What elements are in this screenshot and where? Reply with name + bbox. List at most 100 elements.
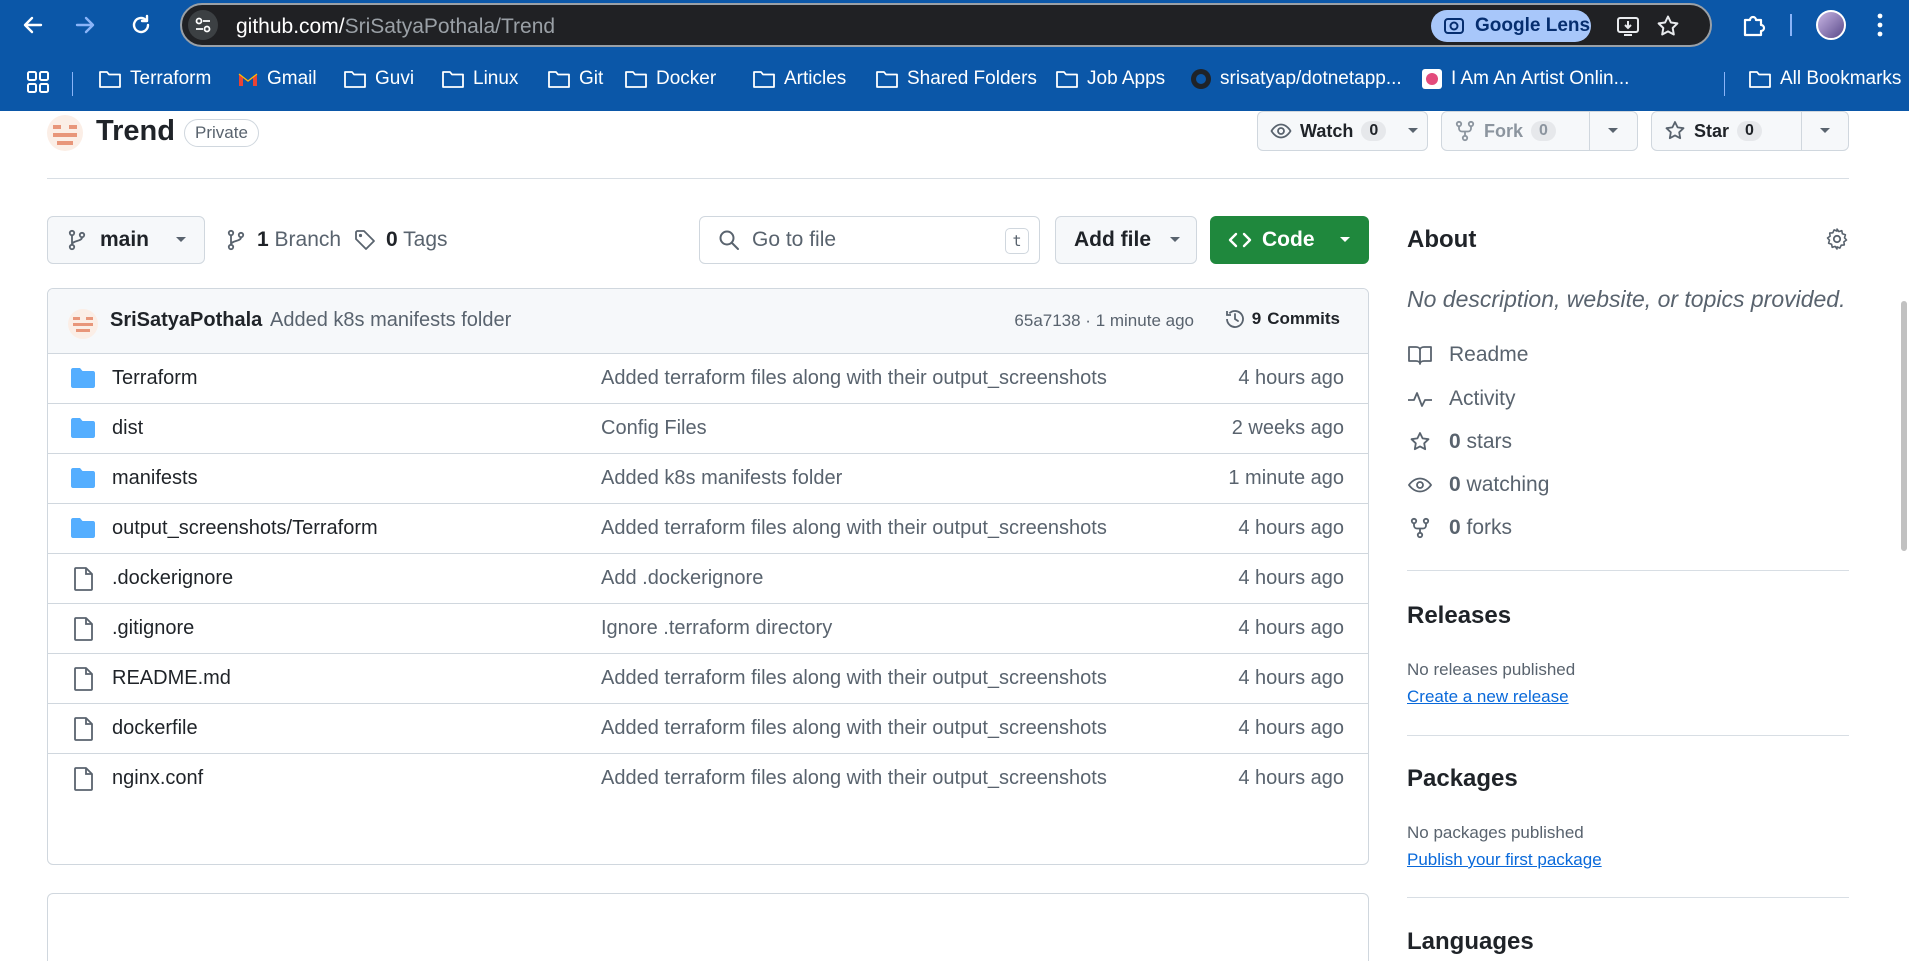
commit-meta[interactable]: 65a7138 · 1 minute ago bbox=[1014, 311, 1194, 331]
file-name[interactable]: dockerfile bbox=[112, 717, 198, 740]
bookmark-item[interactable]: Docker bbox=[624, 68, 716, 90]
code-button[interactable]: Code bbox=[1210, 216, 1369, 264]
watch-label: Watch bbox=[1300, 120, 1354, 141]
bookmark-item[interactable]: Gmail bbox=[237, 68, 317, 90]
pulse-icon bbox=[1408, 392, 1432, 407]
file-name[interactable]: manifests bbox=[112, 467, 198, 490]
file-commit-message[interactable]: Added terraform files along with their o… bbox=[601, 367, 1107, 390]
file-commit-message[interactable]: Added terraform files along with their o… bbox=[601, 667, 1107, 690]
bookmark-item[interactable]: Shared Folders bbox=[875, 68, 1037, 90]
puzzle-icon bbox=[1743, 15, 1766, 37]
watching-link[interactable]: 0 watching bbox=[1407, 473, 1549, 497]
file-row[interactable]: dockerfile Added terraform files along wi… bbox=[48, 704, 1368, 754]
file-commit-date: 4 hours ago bbox=[1238, 567, 1344, 589]
file-commit-message[interactable]: Added k8s manifests folder bbox=[601, 467, 842, 490]
file-name[interactable]: README.md bbox=[112, 667, 231, 690]
file-row[interactable]: README.md Added terraform files along wit… bbox=[48, 654, 1368, 704]
reload-button[interactable] bbox=[128, 12, 154, 38]
watch-dropdown[interactable] bbox=[1398, 112, 1427, 150]
activity-link[interactable]: Activity bbox=[1407, 387, 1516, 411]
forward-button[interactable] bbox=[72, 12, 98, 38]
tags-link[interactable]: 0 Tags bbox=[354, 228, 448, 252]
profile-avatar[interactable] bbox=[1816, 10, 1846, 40]
extensions-button[interactable] bbox=[1741, 12, 1767, 38]
folder-icon bbox=[71, 368, 95, 388]
commit-message[interactable]: Added k8s manifests folder bbox=[270, 309, 511, 332]
folder-icon bbox=[71, 468, 95, 488]
forks-link[interactable]: 0 forks bbox=[1407, 516, 1512, 540]
folder-icon bbox=[71, 418, 95, 438]
address-bar[interactable]: github.com/SriSatyaPothala/Trend Google … bbox=[180, 3, 1712, 47]
apps-button[interactable] bbox=[26, 70, 50, 94]
branch-selector[interactable]: main bbox=[47, 216, 205, 264]
commit-author[interactable]: SriSatyaPothala bbox=[110, 309, 262, 332]
bookmark-item[interactable]: I Am An Artist Onlin... bbox=[1421, 68, 1629, 90]
stars-link[interactable]: 0 stars bbox=[1407, 430, 1512, 454]
google-lens-button[interactable]: Google Lens bbox=[1431, 10, 1591, 42]
add-file-button[interactable]: Add file bbox=[1055, 216, 1197, 264]
reload-icon bbox=[132, 14, 150, 34]
file-commit-message[interactable]: Added terraform files along with their o… bbox=[601, 517, 1107, 540]
file-name[interactable]: .dockerignore bbox=[112, 567, 233, 590]
fork-button[interactable]: Fork 0 bbox=[1441, 111, 1638, 151]
commit-author-avatar[interactable] bbox=[68, 309, 98, 339]
all-bookmarks-button[interactable]: All Bookmarks bbox=[1748, 68, 1901, 90]
bookmark-item[interactable]: Git bbox=[547, 68, 603, 90]
file-commit-message[interactable]: Added terraform files along with their o… bbox=[601, 717, 1107, 740]
file-row[interactable]: output_screenshots/Terraform Added terraf… bbox=[48, 504, 1368, 554]
file-commit-message[interactable]: Added terraform files along with their o… bbox=[601, 767, 1107, 790]
menu-button[interactable] bbox=[1876, 12, 1884, 38]
commits-history-link[interactable]: 9 Commits bbox=[1224, 308, 1340, 330]
bookmark-label: I Am An Artist Onlin... bbox=[1451, 68, 1630, 89]
about-description: No description, website, or topics provi… bbox=[1407, 286, 1846, 312]
fork-dropdown[interactable] bbox=[1590, 112, 1636, 150]
packages-title[interactable]: Packages bbox=[1407, 765, 1518, 793]
file-row[interactable]: .gitignore Ignore .terraform directory 4 h… bbox=[48, 604, 1368, 654]
watch-button[interactable]: Watch 0 bbox=[1257, 111, 1428, 151]
bookmark-item[interactable]: srisatyap/dotnetapp... bbox=[1190, 68, 1402, 90]
star-icon bbox=[1665, 121, 1685, 140]
file-name[interactable]: dist bbox=[112, 417, 143, 440]
file-row[interactable]: Terraform Added terraform files along wit… bbox=[48, 354, 1368, 404]
star-button[interactable]: Star 0 bbox=[1651, 111, 1849, 151]
repo-owner-avatar[interactable] bbox=[47, 115, 83, 151]
code-icon bbox=[1228, 232, 1252, 248]
releases-title[interactable]: Releases bbox=[1407, 602, 1511, 630]
branches-link[interactable]: 1 Branch bbox=[225, 228, 341, 252]
file-name[interactable]: .gitignore bbox=[112, 617, 194, 640]
back-button[interactable] bbox=[20, 12, 46, 38]
bookmark-item[interactable]: Guvi bbox=[343, 68, 414, 90]
file-icon-wrap bbox=[70, 767, 96, 791]
bookmark-item[interactable]: Job Apps bbox=[1055, 68, 1165, 90]
bookmark-item[interactable]: Articles bbox=[752, 68, 846, 90]
file-commit-message[interactable]: Ignore .terraform directory bbox=[601, 617, 832, 640]
file-name[interactable]: Terraform bbox=[112, 367, 198, 390]
file-row[interactable]: dist Config Files 2 weeks ago bbox=[48, 404, 1368, 454]
file-row[interactable]: nginx.conf Added terraform files along wi… bbox=[48, 754, 1368, 804]
go-to-file-input[interactable]: Go to file t bbox=[699, 216, 1040, 264]
install-app-button[interactable] bbox=[1616, 14, 1640, 38]
file-name[interactable]: output_screenshots/Terraform bbox=[112, 517, 378, 540]
folder-icon-wrap bbox=[70, 367, 96, 391]
settings-button[interactable] bbox=[1825, 227, 1849, 251]
file-commit-message[interactable]: Config Files bbox=[601, 417, 707, 440]
publish-package-link[interactable]: Publish your first package bbox=[1407, 850, 1602, 870]
readme-link[interactable]: Readme bbox=[1407, 343, 1528, 367]
file-row[interactable]: manifests Added k8s manifests folder 1 min… bbox=[48, 454, 1368, 504]
create-release-link[interactable]: Create a new release bbox=[1407, 687, 1569, 707]
file-commit-date: 4 hours ago bbox=[1238, 767, 1344, 789]
star-dropdown[interactable] bbox=[1802, 112, 1848, 150]
url-text[interactable]: github.com/SriSatyaPothala/Trend bbox=[236, 15, 555, 39]
file-row[interactable]: .dockerignore Add .dockerignore 4 hours ag… bbox=[48, 554, 1368, 604]
bookmark-item[interactable]: Terraform bbox=[98, 68, 211, 90]
file-icon bbox=[74, 667, 93, 691]
file-commit-message[interactable]: Add .dockerignore bbox=[601, 567, 763, 590]
toolbar-divider bbox=[1790, 14, 1792, 36]
repo-name[interactable]: Trend bbox=[96, 115, 175, 148]
site-info-button[interactable] bbox=[188, 10, 218, 40]
page-scrollbar[interactable] bbox=[1901, 301, 1907, 551]
bookmark-star-button[interactable] bbox=[1656, 14, 1680, 38]
bookmark-item[interactable]: Linux bbox=[441, 68, 518, 90]
file-name[interactable]: nginx.conf bbox=[112, 767, 203, 790]
folder-icon bbox=[625, 71, 647, 88]
